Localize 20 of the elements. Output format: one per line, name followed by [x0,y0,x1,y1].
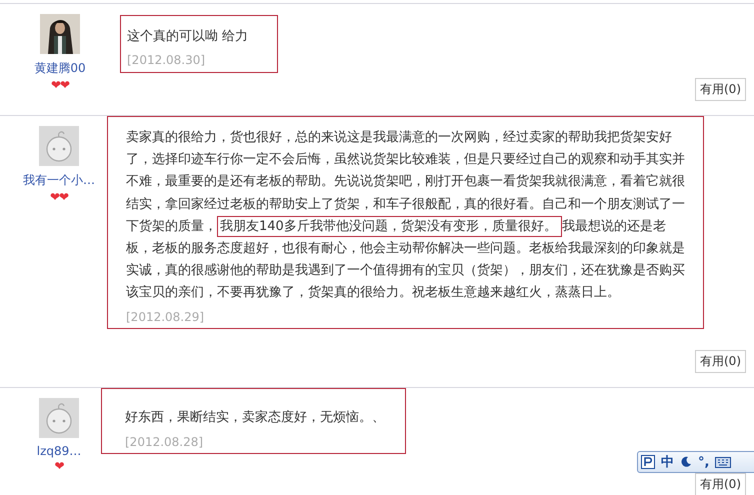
review-date: [2012.08.30] [127,53,206,68]
useful-button[interactable]: 有用(0) [695,473,746,495]
user-level-hearts: ❤ [54,459,64,473]
keyboard-icon[interactable] [715,456,732,468]
user-level-hearts: ❤❤ [50,190,68,204]
punctuation-toggle[interactable]: °, [698,454,710,470]
user-name[interactable]: 我有一个小… [23,172,95,189]
review-text: 好东西，果断结实，卖家态度好，无烦恼。、 [125,409,386,427]
user-name[interactable]: 黄建腾00 [34,60,86,77]
user-name[interactable]: lzq89… [36,444,82,458]
user-level-hearts: ❤❤ [50,78,70,92]
useful-button[interactable]: 有用(0) [695,350,746,373]
review-date: [2012.08.29] [126,310,206,324]
useful-button[interactable]: 有用(0) [695,78,746,101]
p-logo-icon[interactable] [641,455,655,469]
review-text: 这个真的可以呦 给力 [127,28,250,46]
review-date: [2012.08.28] [125,435,204,450]
input-mode-toggle[interactable]: 中 [661,453,674,471]
moon-icon[interactable] [680,456,692,468]
review-text: 卖家真的很给力，货也很好，总的来说这是我最满意的一次网购，经过卖家的帮助我把货架安好了，选择印迹车行你一定不会后悔，虽然说货架比较难装，但是只要经过自己的观察和动手其实并不难，最重要的是还有老板的帮助。先说说货架吧，刚打开包裹一看货架我就很满意，看着它就很结实，拿回家经过老板的帮助安上了货架，和车子很般配，真的很好看。自己和一个朋友测试了一下货架的质量， 我朋友140多斤我带他没问题，货架没有变形，质量很好。 我最想说的还是老板，老板的服务态度超好，也很有耐心，他会主动帮你解决一些问题。老板给我最深刻的印象就是实诚，真的很感谢他的帮助是我遇到了一个值得拥有的宝贝（货架），朋友们，还在犹豫是否购买该宝贝的亲们，不要再犹豫了，货架真的很给力。祝老板生意越来越红火，蒸蒸日上。 [126,129,686,302]
